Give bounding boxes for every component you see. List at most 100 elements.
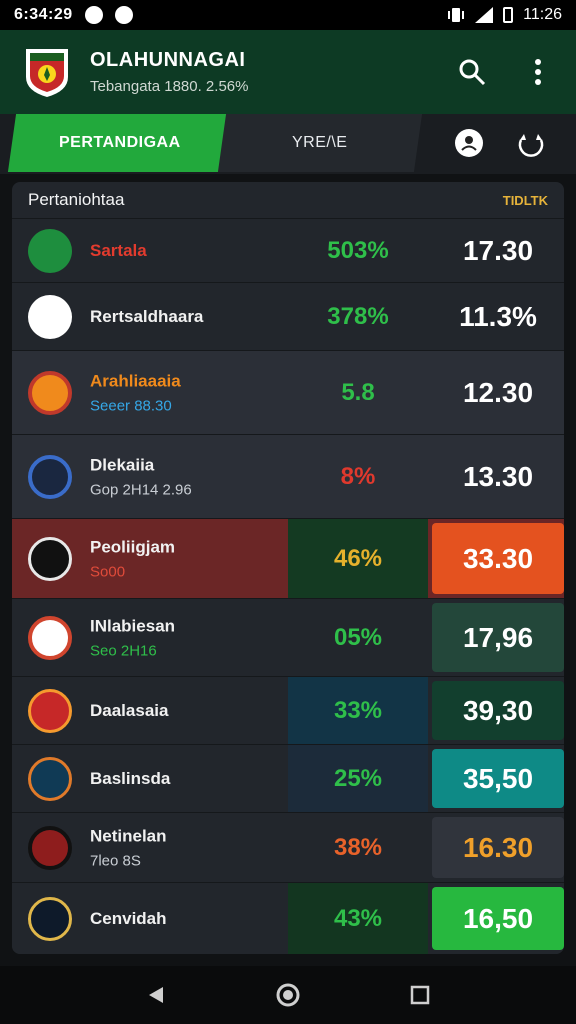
- vibrate-icon: [448, 8, 465, 22]
- status-right-time: 11:26: [523, 6, 562, 23]
- status-bar: 6:34:29 11:26: [0, 0, 576, 30]
- team-meta: Gop 2H14 2.96: [90, 481, 192, 498]
- team-badge-icon: [28, 537, 72, 581]
- team-meta: Seo 2H16: [90, 642, 157, 659]
- team-meta: So00: [90, 563, 126, 580]
- team-name: Sartala: [90, 240, 147, 260]
- tab-pertandingan[interactable]: PERTANDIGAA: [7, 114, 233, 172]
- match-row[interactable]: Peoliigjam So00 46% 33.30: [12, 518, 564, 598]
- home-icon: [276, 983, 300, 1007]
- odds-button[interactable]: 12.30: [432, 351, 564, 434]
- win-percentage: 378%: [327, 302, 389, 330]
- win-percentage: 46%: [288, 519, 428, 598]
- app-bar: OLAHUNNAGAI Tebangata 1880. 2.56%: [0, 30, 576, 114]
- refresh-button[interactable]: [516, 128, 546, 158]
- match-row[interactable]: Cenvidah 43% 16,50: [12, 882, 564, 954]
- win-percentage: 33%: [288, 677, 428, 744]
- match-row[interactable]: Rertsaldhaara 378% 11.3%: [12, 282, 564, 350]
- team-info: Netinelan 7leo 8S: [90, 826, 167, 869]
- more-vert-icon: [535, 59, 541, 85]
- team-badge-icon: [28, 455, 72, 499]
- more-options-button[interactable]: [522, 56, 554, 88]
- app-notification-icon: [114, 6, 133, 24]
- team-name: Peoliigjam: [90, 537, 176, 556]
- team-meta: 7leo 8S: [90, 852, 141, 869]
- odds-button[interactable]: 35,50: [432, 749, 564, 808]
- win-percentage: 05%: [333, 623, 383, 651]
- match-row[interactable]: Sartala 503% 17.30: [12, 218, 564, 282]
- team-info: Rertsaldhaara: [90, 307, 203, 327]
- team-name: Baslinsda: [90, 768, 171, 788]
- odds-button[interactable]: 17,96: [432, 603, 564, 672]
- profile-icon: [455, 129, 483, 157]
- odds-button[interactable]: 17.30: [432, 219, 564, 282]
- match-row[interactable]: Netinelan 7leo 8S 38% 16.30: [12, 812, 564, 882]
- card-column-label: TIDLTK: [502, 192, 548, 208]
- team-name: Cenvidah: [90, 908, 167, 928]
- club-logo-icon: [22, 45, 72, 99]
- status-time: 6:34:29: [14, 6, 73, 23]
- team-badge-icon: [28, 897, 72, 941]
- search-button[interactable]: [456, 56, 488, 88]
- profile-button[interactable]: [454, 128, 484, 158]
- back-icon: [149, 987, 163, 1003]
- team-name: Dlekaiia: [90, 455, 155, 474]
- home-button[interactable]: [268, 975, 308, 1015]
- team-badge-icon: [28, 757, 72, 801]
- app-subtitle: Tebangata 1880. 2.56%: [90, 78, 249, 95]
- recents-icon: [410, 985, 430, 1005]
- tab-secondary-label: YRE/\E: [292, 134, 348, 151]
- team-badge-icon: [28, 616, 72, 660]
- win-percentage: 8%: [340, 462, 376, 490]
- team-badge-icon: [28, 371, 72, 415]
- match-row[interactable]: INlabiesan Seo 2H16 05% 17,96: [12, 598, 564, 676]
- team-info: Peoliigjam So00: [90, 537, 175, 580]
- team-badge-icon: [28, 689, 72, 733]
- team-name: Arahliaaaia: [90, 371, 181, 390]
- match-row[interactable]: Dlekaiia Gop 2H14 2.96 8% 13.30: [12, 434, 564, 518]
- card-title: Pertaniohtaa: [28, 190, 125, 209]
- odds-button[interactable]: 13.30: [432, 435, 564, 518]
- recents-button[interactable]: [400, 975, 440, 1015]
- matches-card: Pertaniohtaa TIDLTK Sartala 503% 17.30 Rert…: [12, 182, 564, 954]
- signal-icon: [475, 7, 494, 23]
- win-percentage: 43%: [288, 883, 428, 954]
- match-row[interactable]: Daalasaia 33% 39,30: [12, 676, 564, 744]
- team-meta: Seeer 88.30: [90, 397, 172, 414]
- team-info: Arahliaaaia Seeer 88.30: [90, 371, 181, 414]
- win-percentage: 38%: [333, 833, 383, 861]
- tab-pertandingan-label: PERTANDIGAA: [59, 134, 181, 151]
- odds-button[interactable]: 16,50: [432, 887, 564, 950]
- team-info: Baslinsda: [90, 769, 170, 789]
- card-header: Pertaniohtaa TIDLTK: [12, 182, 564, 218]
- team-name: Daalasaia: [90, 700, 169, 720]
- match-row[interactable]: Baslinsda 25% 35,50: [12, 744, 564, 812]
- odds-button[interactable]: 39,30: [432, 681, 564, 740]
- odds-button[interactable]: 11.3%: [432, 283, 564, 350]
- match-row[interactable]: Arahliaaaia Seeer 88.30 5.8 12.30: [12, 350, 564, 434]
- team-name: Netinelan: [90, 826, 167, 845]
- win-percentage: 25%: [288, 745, 428, 812]
- team-badge-icon: [28, 826, 72, 870]
- odds-button[interactable]: 33.30: [432, 523, 564, 594]
- team-name: Rertsaldhaara: [90, 306, 204, 326]
- team-info: Cenvidah: [90, 909, 167, 929]
- team-info: Daalasaia: [90, 701, 168, 721]
- app-title: OLAHUNNAGAI: [90, 49, 246, 71]
- tab-secondary[interactable]: YRE/\E: [217, 114, 423, 172]
- team-name: INlabiesan: [90, 616, 176, 635]
- back-button[interactable]: [136, 975, 176, 1015]
- battery-icon: [503, 7, 514, 23]
- team-badge-icon: [28, 295, 72, 339]
- notification-icon: [84, 6, 103, 24]
- team-info: Dlekaiia Gop 2H14 2.96: [90, 455, 192, 498]
- tab-bar: PERTANDIGAA YRE/\E: [0, 114, 576, 174]
- search-icon: [459, 59, 486, 86]
- team-badge-icon: [28, 229, 72, 273]
- win-percentage: 503%: [327, 236, 389, 264]
- odds-button[interactable]: 16.30: [432, 817, 564, 878]
- refresh-icon: [518, 134, 544, 157]
- team-info: Sartala: [90, 241, 147, 261]
- team-info: INlabiesan Seo 2H16: [90, 616, 175, 659]
- win-percentage: 5.8: [341, 378, 375, 406]
